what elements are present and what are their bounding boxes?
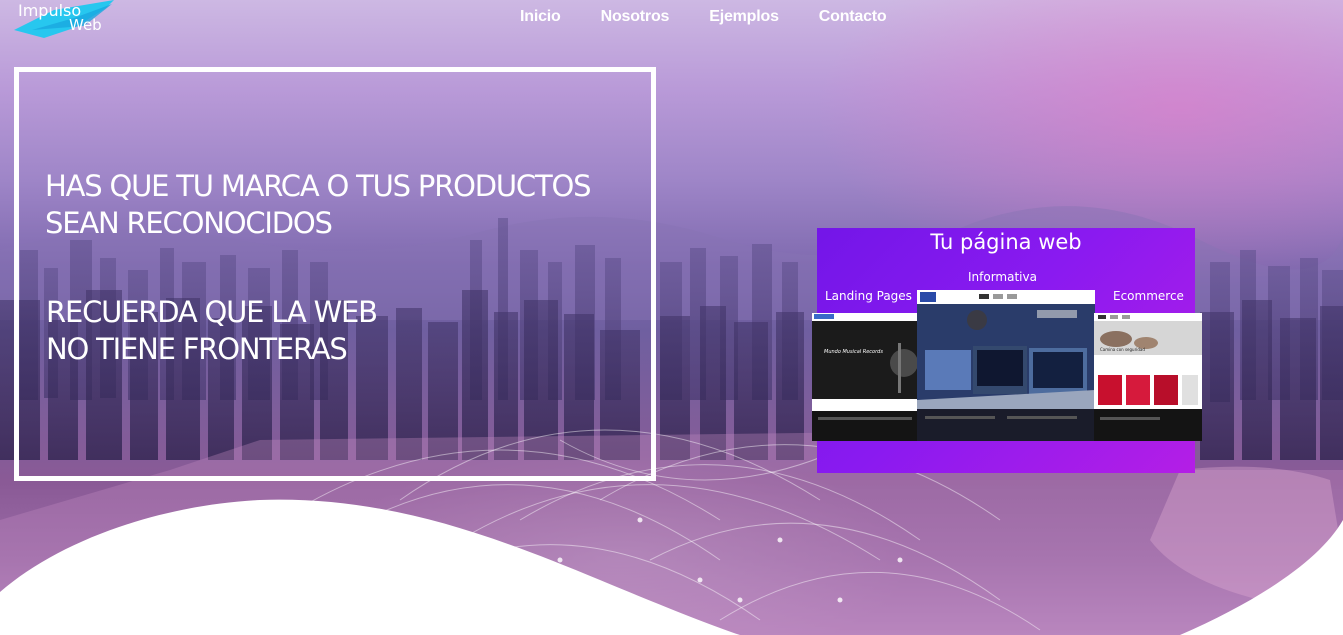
informativa-thumbnail[interactable] bbox=[917, 290, 1095, 441]
promo-title: Tu página web bbox=[930, 230, 1082, 254]
landing-thumb-caption: Mundo Musical Records bbox=[824, 349, 883, 355]
landing-page-preview-image bbox=[812, 313, 918, 441]
logo-text-web: Web bbox=[69, 16, 102, 34]
top-navigation-bar: Impulso Web Inicio Nosotros Ejemplos Con… bbox=[0, 0, 1343, 40]
landing-page-thumbnail[interactable]: Mundo Musical Records bbox=[812, 313, 918, 441]
promo-label-landing-pages: Landing Pages bbox=[825, 289, 912, 303]
hero-text-frame bbox=[14, 67, 656, 481]
main-menu: Inicio Nosotros Ejemplos Contacto bbox=[520, 8, 927, 26]
ecommerce-thumbnail[interactable]: Camina con seguridad bbox=[1094, 313, 1202, 441]
nav-link-inicio[interactable]: Inicio bbox=[520, 8, 561, 26]
hero-headline-line-2: SEAN RECONOCIDOS bbox=[45, 206, 333, 240]
ecommerce-preview-image bbox=[1094, 313, 1202, 441]
promo-label-informativa: Informativa bbox=[968, 270, 1037, 284]
hero-headline-line-1: HAS QUE TU MARCA O TUS PRODUCTOS bbox=[45, 169, 592, 203]
ecommerce-thumb-caption: Camina con seguridad bbox=[1100, 347, 1145, 352]
nav-link-ejemplos[interactable]: Ejemplos bbox=[709, 8, 779, 26]
hero-headline-secondary: RECUERDA QUE LA WEB NO TIENE FRONTERAS bbox=[46, 294, 646, 368]
promo-label-ecommerce: Ecommerce bbox=[1113, 289, 1184, 303]
hero-headline-line-3: RECUERDA QUE LA WEB bbox=[46, 295, 378, 329]
nav-link-contacto[interactable]: Contacto bbox=[819, 8, 887, 26]
hero-headline-line-4: NO TIENE FRONTERAS bbox=[46, 332, 348, 366]
informativa-preview-image bbox=[917, 290, 1095, 441]
impulso-web-logo[interactable]: Impulso Web bbox=[14, 0, 114, 40]
hero-headline-primary: HAS QUE TU MARCA O TUS PRODUCTOS SEAN RE… bbox=[45, 168, 645, 242]
nav-link-nosotros[interactable]: Nosotros bbox=[601, 8, 670, 26]
